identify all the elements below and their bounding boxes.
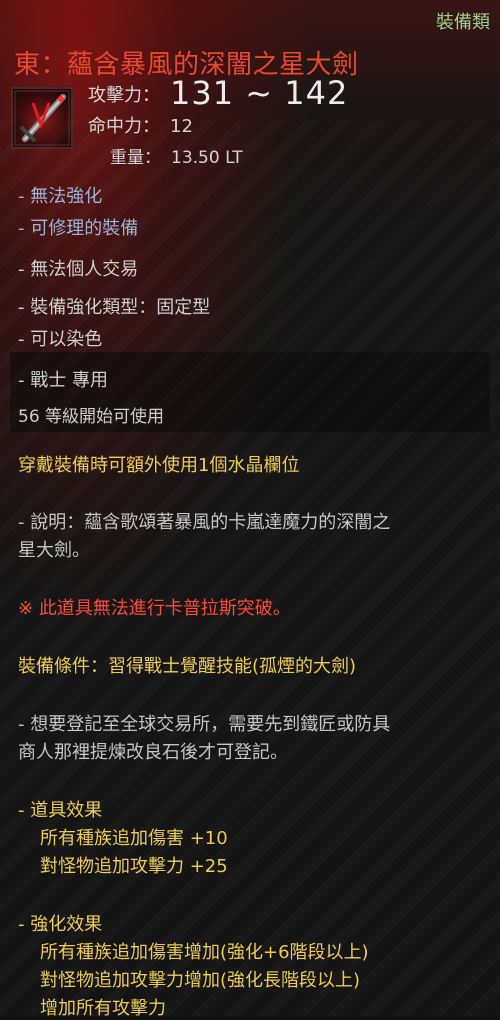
description-line-2: 星大劍。 <box>18 540 90 561</box>
class-restriction-text: - 戰士 專用 <box>18 370 108 391</box>
attack-value: 131 ~ 142 <box>170 74 349 112</box>
weight-value: 13.50 LT <box>171 148 243 168</box>
market-note-line-2: 商人那裡提煉改良石後才可登記。 <box>18 742 288 763</box>
description-line-1: - 說明：蘊含歌頌著暴風的卡嵐達魔力的深闇之 <box>18 512 391 533</box>
item-category: 裝備類 <box>436 12 490 33</box>
item-effect-1: 所有種族追加傷害 +10 <box>40 828 228 849</box>
repairable-text: - 可修理的裝備 <box>18 218 139 239</box>
item-effects-header: - 道具效果 <box>18 800 103 821</box>
attack-label: 攻擊力： <box>88 85 160 106</box>
cannot-enhance-text: - 無法強化 <box>18 186 103 207</box>
enhance-effect-2: 對怪物追加攻擊力增加(強化長階段以上) <box>40 970 361 991</box>
level-requirement-text: 56 等級開始可使用 <box>18 407 165 427</box>
no-trade-text: - 無法個人交易 <box>18 259 139 280</box>
enhance-effect-1: 所有種族追加傷害增加(強化+6階段以上) <box>40 942 369 963</box>
enhance-type-text: - 裝備強化類型：固定型 <box>18 297 211 318</box>
enhance-effect-3: 增加所有攻擊力 <box>40 998 166 1019</box>
greatsword-item-icon <box>11 87 73 149</box>
weight-label: 重量： <box>110 148 161 168</box>
crystal-slot-text: 穿戴裝備時可額外使用1個水晶欄位 <box>18 455 300 476</box>
equip-condition-text: 裝備條件：習得戰士覺醒技能(孤煙的大劍) <box>18 656 357 677</box>
caphras-warning-text: ※ 此道具無法進行卡普拉斯突破。 <box>18 598 291 619</box>
item-tooltip-panel: 裝備類 東：蘊含暴風的深闇之星大劍 攻擊力： 131 ~ 142 命中力： 12 重… <box>0 0 500 1019</box>
market-note-line-1: - 想要登記至全球交易所，需要先到鐵匠或防具 <box>18 714 391 735</box>
accuracy-value: 12 <box>170 116 193 137</box>
accuracy-label: 命中力： <box>88 116 160 137</box>
item-effect-2: 對怪物追加攻擊力 +25 <box>40 856 228 877</box>
enhance-effects-header: - 強化效果 <box>18 914 103 935</box>
accuracy-stat: 命中力： 12 <box>88 112 193 138</box>
attack-stat: 攻擊力： 131 ~ 142 <box>88 74 348 112</box>
dyeable-text: - 可以染色 <box>18 329 103 350</box>
weight-stat: 重量： 13.50 LT <box>110 143 243 168</box>
